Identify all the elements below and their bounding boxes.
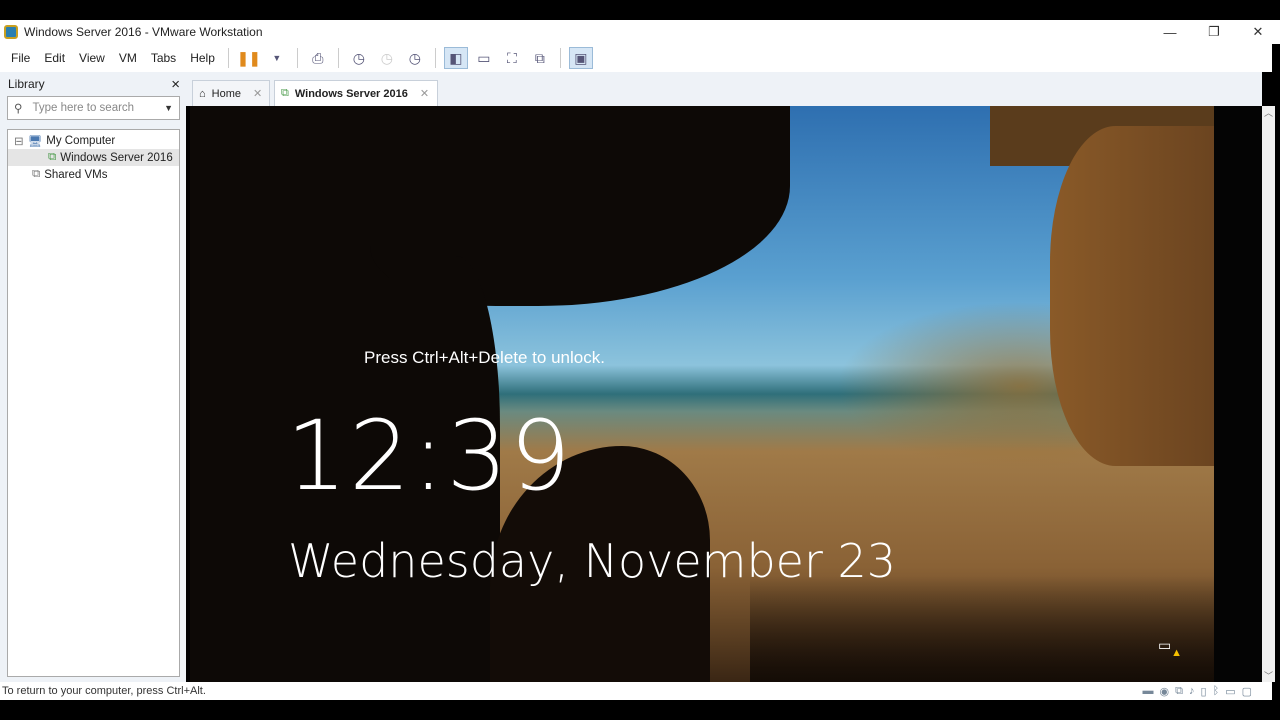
vertical-scrollbar[interactable]: ︿ ﹀	[1262, 106, 1275, 682]
sound-icon[interactable]: ♪	[1189, 685, 1195, 698]
computer-icon: 🖥	[27, 135, 43, 148]
library-search-input[interactable]: ⚲ Type here to search ▼	[7, 96, 180, 120]
tree-item-label: Windows Server 2016	[60, 151, 173, 164]
library-tree: ⊟ 🖥 My Computer ⧉ Windows Server 2016 ⧉ …	[7, 129, 180, 677]
menu-file[interactable]: File	[4, 51, 37, 65]
tab-label: Home	[211, 87, 241, 100]
usb-icon[interactable]: ▯	[1201, 685, 1207, 698]
library-close-icon[interactable]: ×	[171, 76, 180, 93]
chevron-down-icon[interactable]: ▼	[265, 47, 289, 69]
menu-toolbar: File Edit View VM Tabs Help ❚❚ ▼ ⎙ ◷ ◷ ◷…	[0, 44, 1272, 72]
send-ctrl-alt-del-icon[interactable]: ⎙	[306, 47, 330, 69]
window-title: Windows Server 2016 - VMware Workstation	[24, 25, 263, 39]
bluetooth-icon[interactable]: ᛒ	[1213, 685, 1220, 698]
title-bar: Windows Server 2016 - VMware Workstation…	[0, 20, 1280, 44]
tab-close-icon[interactable]: ✕	[253, 87, 262, 100]
menu-view[interactable]: View	[72, 51, 112, 65]
separator	[559, 48, 561, 68]
collapse-icon[interactable]: ⊟	[14, 134, 24, 148]
full-screen-icon[interactable]: ⛶	[500, 47, 524, 69]
tab-windows-server-2016[interactable]: ⧉ Windows Server 2016 ✕	[274, 80, 438, 106]
tree-item-shared-vms[interactable]: ⧉ Shared VMs	[8, 166, 179, 183]
tree-item-label: Shared VMs	[44, 168, 108, 181]
vm-icon: ⧉	[48, 151, 57, 163]
lockscreen-wallpaper	[190, 106, 1214, 682]
separator	[337, 48, 339, 68]
close-button[interactable]: ✕	[1236, 20, 1280, 44]
take-snapshot-icon[interactable]: ◷	[347, 47, 371, 69]
home-icon: ⌂	[199, 87, 206, 100]
search-placeholder: Type here to search	[32, 102, 135, 114]
menu-help[interactable]: Help	[183, 51, 222, 65]
shared-vms-icon: ⧉	[32, 168, 41, 180]
restore-button[interactable]: ❐	[1192, 20, 1236, 44]
scroll-up-icon[interactable]: ︿	[1262, 106, 1275, 119]
network-adapter-icon[interactable]: ⧉	[1175, 685, 1183, 698]
vm-icon: ⧉	[281, 87, 289, 99]
search-icon: ⚲	[14, 103, 23, 115]
chevron-down-icon[interactable]: ▼	[164, 103, 173, 113]
tab-home[interactable]: ⌂ Home ✕	[192, 80, 270, 106]
console-view-icon[interactable]: ▣	[568, 47, 593, 69]
tree-item-label: My Computer	[46, 134, 116, 147]
separator	[296, 48, 298, 68]
snapshot-manager-icon[interactable]: ◷	[403, 47, 427, 69]
status-text: To return to your computer, press Ctrl+A…	[2, 685, 206, 697]
unity-icon[interactable]: ⧉	[528, 47, 552, 69]
tree-item-windows-server-2016[interactable]: ⧉ Windows Server 2016	[8, 149, 179, 166]
tab-close-icon[interactable]: ✕	[420, 87, 429, 100]
separator	[434, 48, 436, 68]
menu-edit[interactable]: Edit	[37, 51, 72, 65]
display-icon[interactable]: ▭	[1225, 685, 1235, 698]
lockscreen-date: Wednesday, November 23	[288, 534, 897, 588]
separator	[227, 48, 229, 68]
vm-console[interactable]: Press Ctrl+Alt+Delete to unlock. 12:39 W…	[190, 106, 1262, 682]
hard-disk-icon[interactable]: ▬	[1143, 685, 1154, 698]
show-library-icon[interactable]: ◧	[443, 47, 468, 69]
cd-dvd-icon[interactable]: ◉	[1160, 685, 1170, 698]
pause-icon[interactable]: ❚❚	[237, 47, 261, 69]
menu-vm[interactable]: VM	[112, 51, 144, 65]
minimize-button[interactable]: —	[1148, 20, 1192, 44]
menu-tabs[interactable]: Tabs	[144, 51, 183, 65]
network-warning-icon[interactable]: ▭ ▲	[1158, 637, 1182, 659]
vmware-app-icon	[4, 25, 18, 39]
thumbnail-bar-icon[interactable]: ▭	[472, 47, 496, 69]
status-bar: To return to your computer, press Ctrl+A…	[0, 682, 1272, 700]
tab-bar: ⌂ Home ✕ ⧉ Windows Server 2016 ✕	[186, 72, 1262, 106]
top-border	[0, 0, 1280, 20]
lockscreen-time: 12:39	[286, 400, 573, 512]
scroll-down-icon[interactable]: ﹀	[1262, 669, 1275, 682]
message-log-icon[interactable]: ▢	[1242, 685, 1252, 698]
unlock-instructions: Press Ctrl+Alt+Delete to unlock.	[364, 348, 605, 367]
library-title: Library	[8, 77, 45, 91]
tab-label: Windows Server 2016	[294, 87, 408, 100]
tree-item-my-computer[interactable]: ⊟ 🖥 My Computer	[8, 132, 179, 149]
revert-snapshot-icon[interactable]: ◷	[375, 47, 399, 69]
library-panel: Library × ⚲ Type here to search ▼ ⊟ 🖥 My…	[0, 72, 186, 682]
